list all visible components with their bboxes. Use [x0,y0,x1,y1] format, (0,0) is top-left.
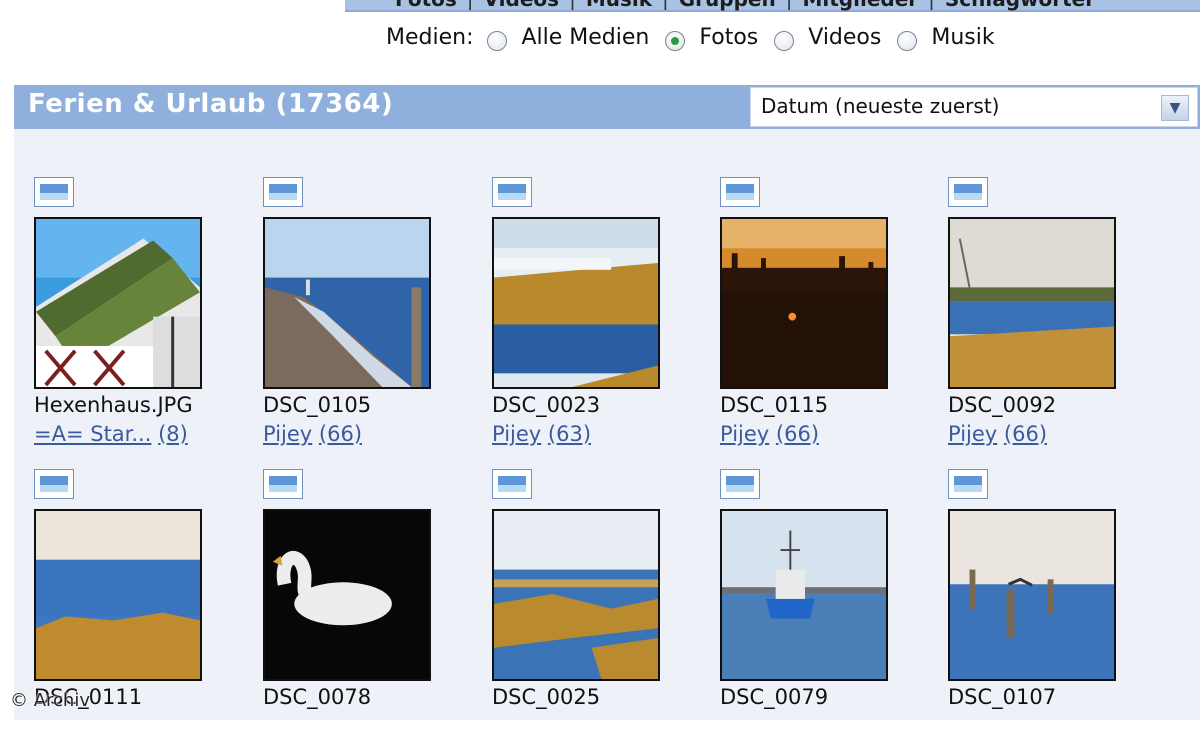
thumbnail-image [265,219,429,387]
radio-button[interactable] [487,31,508,51]
photo-name: DSC_0115 [720,393,829,417]
photo-type-icon [720,469,760,499]
thumbnail-image [950,511,1114,679]
radio-label: Videos [808,24,882,50]
nav-videos[interactable]: Videos [474,0,570,10]
photo-tile[interactable]: DSC_0092 Pijey (66) [928,177,1128,457]
photo-name: DSC_0025 [492,685,601,709]
photo-type-icon [492,469,532,499]
photo-owner: Pijey (63) [492,422,591,446]
thumbnail-image [36,511,200,679]
photo-type-icon [948,177,988,207]
media-filter-label: Medien: [386,24,474,50]
photo-tile[interactable]: DSC_0078 [243,469,443,749]
photo-owner: Pijey (66) [948,422,1047,446]
radio-videos[interactable]: Videos [774,24,882,51]
sort-selected-value: Datum (neueste zuerst) [761,94,1000,118]
photo-owner: Pijey (66) [720,422,819,446]
photo-owner: Pijey (66) [263,422,362,446]
photo-type-icon [720,177,760,207]
photo-owner: =A= Star... (8) [34,422,188,446]
photo-name: DSC_0023 [492,393,601,417]
photo-thumbnail[interactable] [948,509,1116,681]
radio-musik[interactable]: Musik [897,24,995,51]
nav-gruppen[interactable]: Gruppen [669,0,786,10]
photo-thumbnail[interactable] [492,509,660,681]
thumbnail-image [265,511,429,679]
photo-tile[interactable]: DSC_0079 [700,469,900,749]
watermark: © Archiv [10,690,90,711]
photo-name: Hexenhaus.JPG [34,393,193,417]
photo-tile[interactable]: DSC_0107 [928,469,1128,749]
owner-count-link[interactable]: (8) [158,422,188,446]
radio-fotos[interactable]: Fotos [665,24,759,51]
photo-thumbnail[interactable] [34,509,202,681]
photo-tile[interactable]: DSC_0023 Pijey (63) [472,177,672,457]
chevron-down-icon[interactable]: ▼ [1161,95,1189,121]
photo-tile[interactable]: DSC_0105 Pijey (66) [243,177,443,457]
thumbnail-image [494,219,658,387]
photo-thumbnail[interactable] [263,509,431,681]
nav-separator: | [662,0,669,10]
thumbnail-image [36,219,200,387]
nav-separator: | [569,0,576,10]
media-filter: Medien: Alle Medien Fotos Videos Musik [386,20,1011,54]
photo-tile[interactable]: DSC_0115 Pijey (66) [700,177,900,457]
owner-link[interactable]: Pijey [492,422,541,446]
photo-name: DSC_0078 [263,685,372,709]
owner-count-link[interactable]: (66) [319,422,362,446]
owner-count-link[interactable]: (66) [1004,422,1047,446]
nav-schlagwoerter[interactable]: Schlagwörter [935,0,1105,10]
photo-name: DSC_0079 [720,685,829,709]
nav-separator: | [786,0,793,10]
photo-name: DSC_0105 [263,393,372,417]
radio-label: Fotos [699,24,759,50]
photo-type-icon [492,177,532,207]
owner-link[interactable]: =A= Star... [34,422,151,446]
photo-thumbnail[interactable] [34,217,202,389]
photo-type-icon [34,177,74,207]
photo-thumbnail[interactable] [263,217,431,389]
photo-type-icon [263,177,303,207]
top-navigation: Fotos| Videos| Musik| Gruppen| Mitgliede… [345,0,1200,12]
album-title: Ferien & Urlaub (17364) [28,89,394,119]
photo-thumbnail[interactable] [720,509,888,681]
thumbnail-image [722,219,886,387]
owner-link[interactable]: Pijey [948,422,997,446]
thumbnail-image [950,219,1114,387]
sort-select[interactable]: Datum (neueste zuerst) ▼ [750,87,1198,127]
photo-type-icon [263,469,303,499]
photo-thumbnail[interactable] [492,217,660,389]
radio-button[interactable] [774,31,795,51]
owner-count-link[interactable]: (66) [776,422,819,446]
album-header: Ferien & Urlaub (17364) Datum (neueste z… [14,85,1200,129]
photo-name: DSC_0092 [948,393,1057,417]
photo-grid: Hexenhaus.JPG =A= Star... (8) DSC_0105 Pije… [14,129,1200,720]
nav-mitglieder[interactable]: Mitglieder [792,0,928,10]
radio-label: Alle Medien [521,24,650,50]
photo-thumbnail[interactable] [948,217,1116,389]
nav-separator: | [928,0,935,10]
nav-separator: | [467,0,474,10]
photo-type-icon [34,469,74,499]
radio-alle-medien[interactable]: Alle Medien [487,24,650,51]
radio-label: Musik [931,24,995,50]
nav-musik[interactable]: Musik [576,0,662,10]
photo-tile[interactable]: DSC_0025 [472,469,672,749]
nav-fotos[interactable]: Fotos [385,0,467,10]
owner-count-link[interactable]: (63) [548,422,591,446]
thumbnail-image [722,511,886,679]
radio-button[interactable] [897,31,918,51]
photo-tile[interactable]: Hexenhaus.JPG =A= Star... (8) [14,177,214,457]
radio-button-checked[interactable] [665,31,686,51]
thumbnail-image [494,511,658,679]
photo-type-icon [948,469,988,499]
photo-name: DSC_0107 [948,685,1057,709]
owner-link[interactable]: Pijey [720,422,769,446]
owner-link[interactable]: Pijey [263,422,312,446]
photo-thumbnail[interactable] [720,217,888,389]
